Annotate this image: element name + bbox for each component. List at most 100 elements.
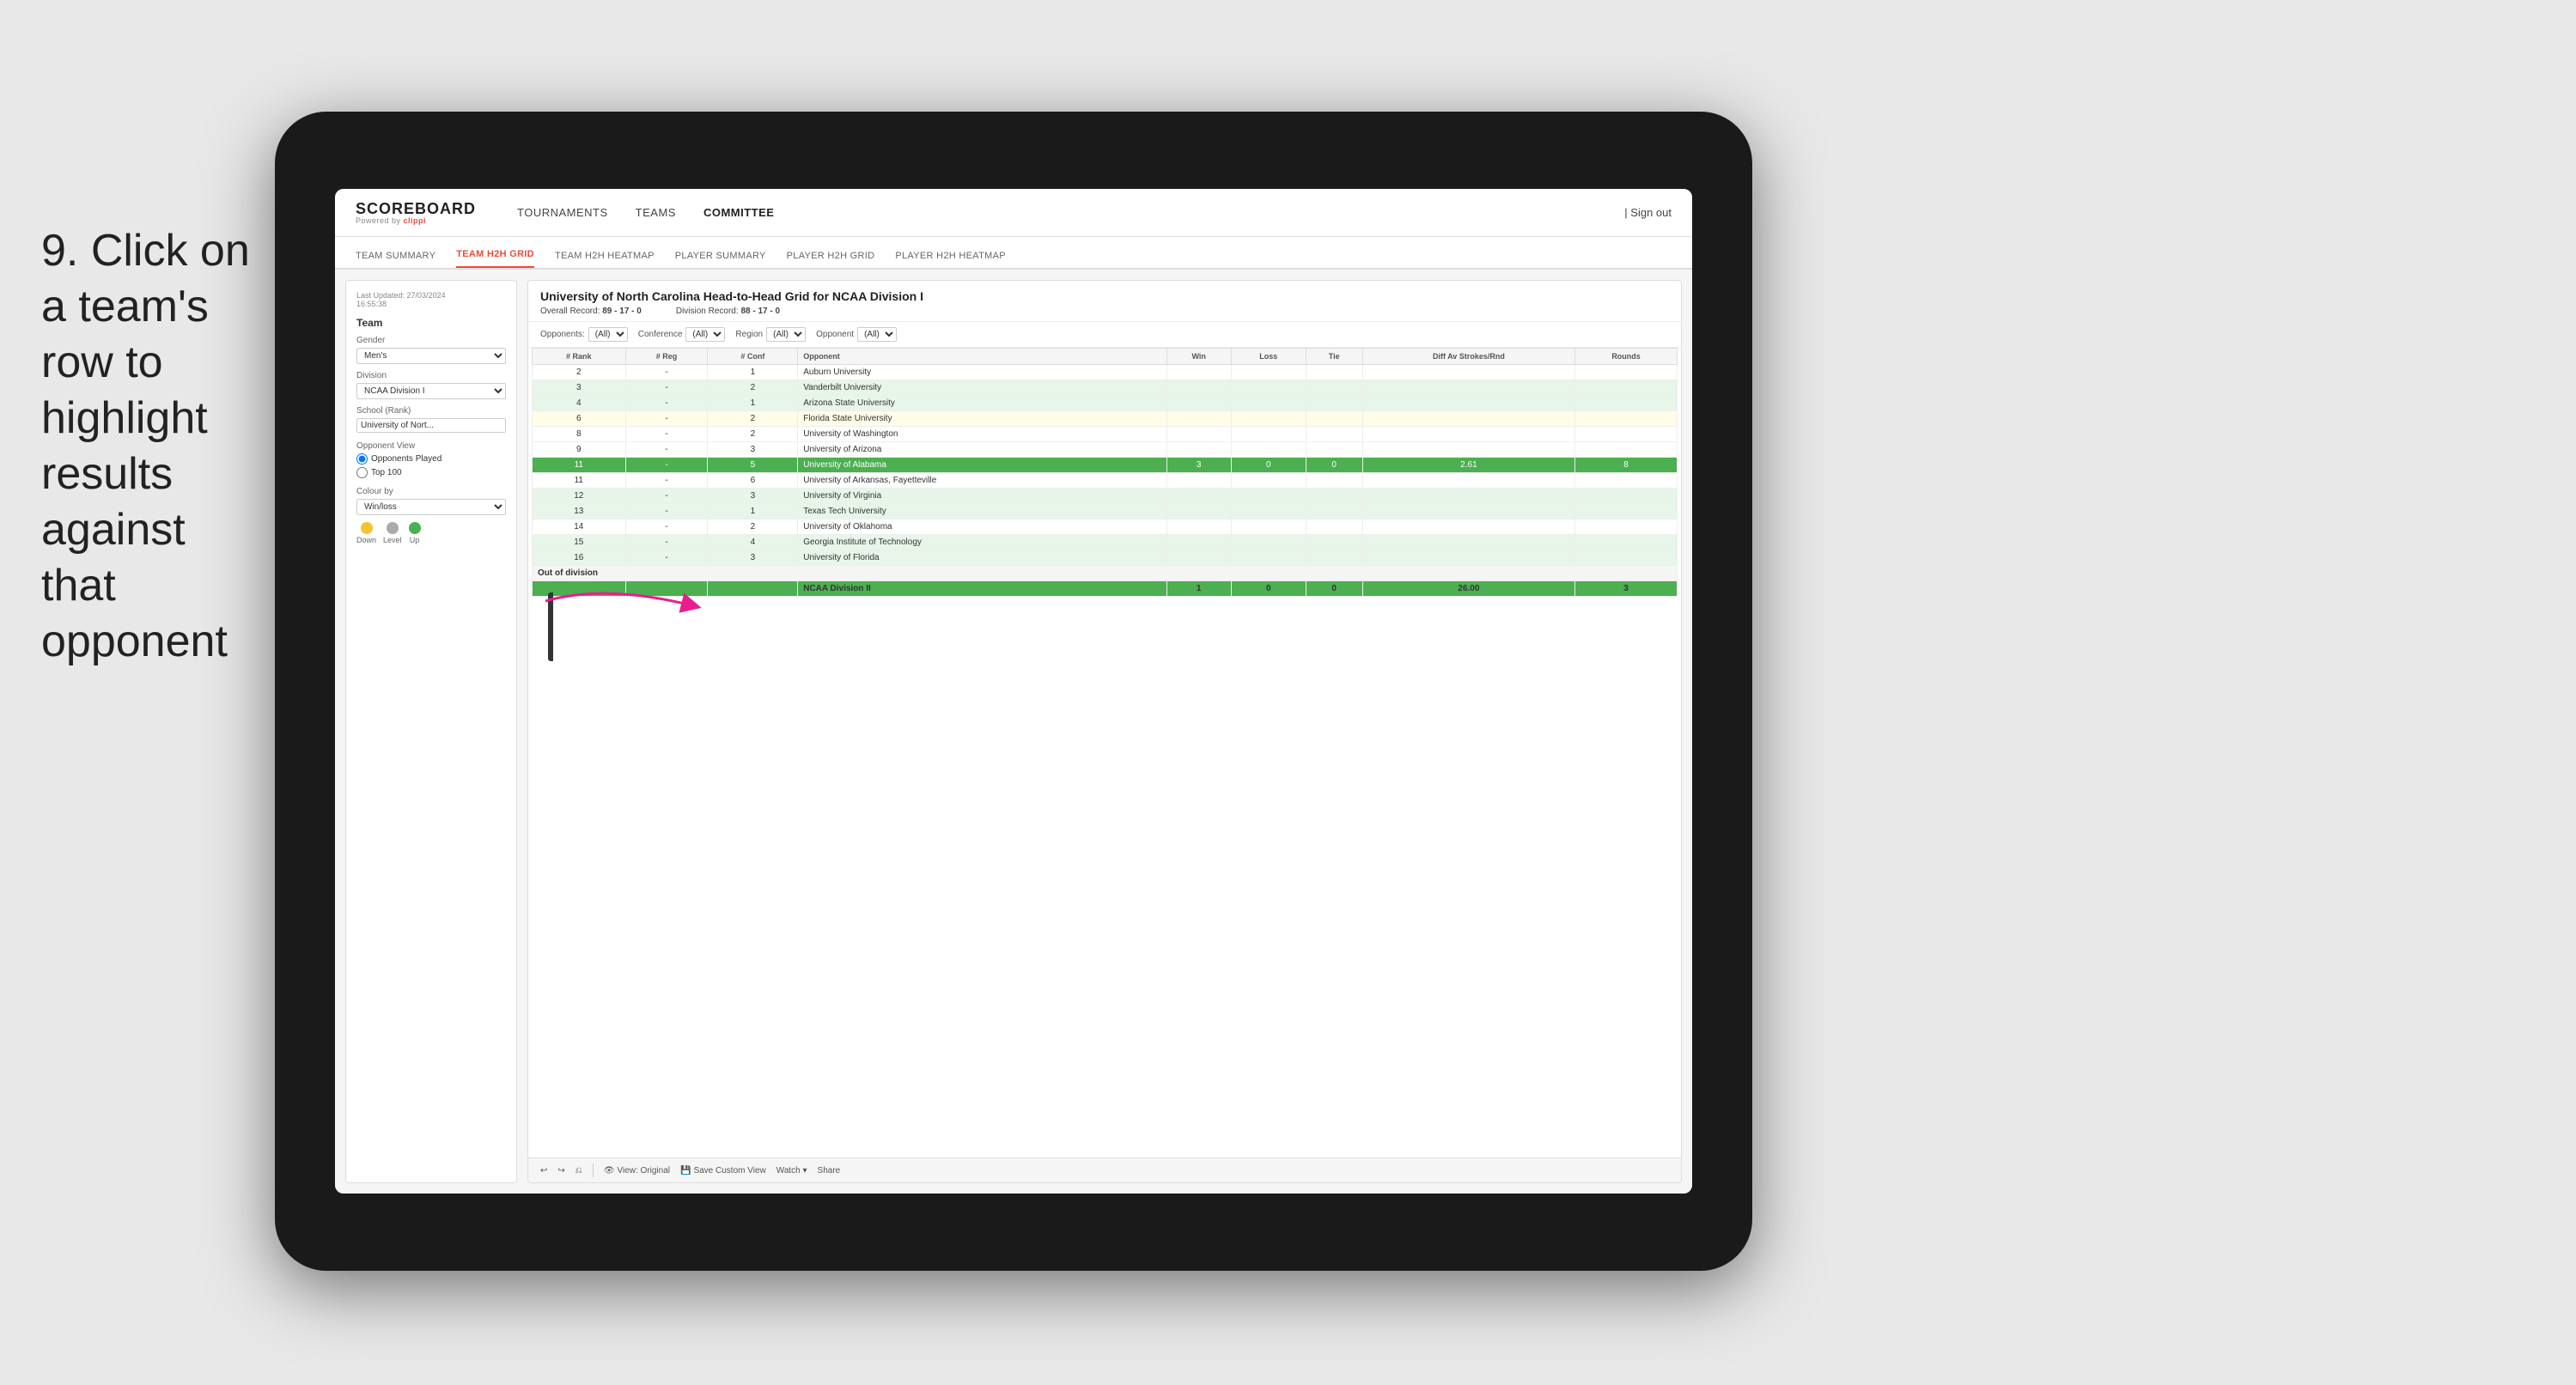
tablet-device: SCOREBOARD Powered by clippi TOURNAMENTS… (275, 112, 1752, 1271)
table-row[interactable]: 14-2University of Oklahoma (533, 519, 1678, 535)
table-header-row: # Rank # Reg # Conf Opponent Win Loss Ti… (533, 349, 1678, 365)
colour-by-section: Colour by Win/loss Down Level (356, 487, 506, 544)
filters-row: Opponents: (All) Conference (All) Region (528, 322, 1681, 348)
cell-8 (1575, 473, 1678, 489)
subnav-player-summary[interactable]: PLAYER SUMMARY (675, 251, 766, 268)
legend-down-dot (361, 522, 373, 534)
cell-2: 1 (708, 365, 798, 380)
table-row[interactable]: 6-2Florida State University (533, 411, 1678, 427)
table-row[interactable]: 2-1Auburn University (533, 365, 1678, 380)
region-select[interactable]: (All) (766, 327, 806, 342)
opponents-select[interactable]: (All) (588, 327, 628, 342)
radio-top100-input[interactable] (356, 467, 368, 478)
table-row[interactable]: 16-3University of Florida (533, 550, 1678, 566)
opponent-select[interactable]: (All) (857, 327, 897, 342)
nav-tournaments[interactable]: TOURNAMENTS (517, 203, 608, 222)
cell-7 (1362, 365, 1574, 380)
cell-3: Florida State University (798, 411, 1166, 427)
cell-4 (1166, 519, 1231, 535)
out-of-division-row[interactable]: NCAA Division II10026.003 (533, 581, 1678, 597)
cell-1: - (625, 489, 708, 504)
share-button[interactable]: Share (818, 1166, 841, 1175)
radio-opponents-played-input[interactable] (356, 453, 368, 465)
radio-top100[interactable]: Top 100 (356, 467, 506, 478)
table-row[interactable]: 11-5University of Alabama3002.618 (533, 458, 1678, 473)
cell-1: - (625, 473, 708, 489)
cell-1: - (625, 427, 708, 442)
table-row[interactable]: 11-6University of Arkansas, Fayetteville (533, 473, 1678, 489)
save-custom-view-button[interactable]: 💾 Save Custom View (680, 1166, 766, 1175)
cell-8 (1575, 427, 1678, 442)
logo-powered: Powered by clippi (356, 216, 476, 225)
table-row[interactable]: 15-4Georgia Institute of Technology (533, 535, 1678, 550)
cell-0: 16 (533, 550, 626, 566)
watch-label: Watch ▾ (776, 1166, 807, 1175)
table-row[interactable]: 12-3University of Virginia (533, 489, 1678, 504)
region-filter: Region (All) (735, 327, 806, 342)
subnav-team-h2h-grid[interactable]: TEAM H2H GRID (456, 249, 534, 268)
gender-select[interactable]: Men's (356, 348, 506, 364)
subnav-team-h2h-heatmap[interactable]: TEAM H2H HEATMAP (555, 251, 655, 268)
colour-by-select[interactable]: Win/loss (356, 499, 506, 515)
subnav-team-summary[interactable]: TEAM SUMMARY (356, 251, 435, 268)
instruction-body: Click on a team's row to highlight resul… (41, 226, 250, 666)
view-original-button[interactable]: 👁 View: Original (604, 1166, 670, 1175)
cell-7 (1362, 489, 1574, 504)
opponents-filter: Opponents: (All) (540, 327, 628, 342)
cell-3: Georgia Institute of Technology (798, 535, 1166, 550)
redo-button[interactable]: ↪ (557, 1166, 564, 1175)
cell-5 (1231, 489, 1306, 504)
cell-4: 3 (1166, 458, 1231, 473)
nav-committee[interactable]: COMMITTEE (703, 203, 775, 222)
cell-6 (1306, 427, 1362, 442)
radio-opponents-played[interactable]: Opponents Played (356, 453, 506, 465)
cell-0: 14 (533, 519, 626, 535)
th-conf: # Conf (708, 349, 798, 365)
cell-2: 4 (708, 535, 798, 550)
table-row[interactable]: 8-2University of Washington (533, 427, 1678, 442)
legend-down-label: Down (356, 536, 376, 544)
reset-button[interactable]: ⎌ (575, 1166, 582, 1175)
cell-0: 12 (533, 489, 626, 504)
nav-links: TOURNAMENTS TEAMS COMMITTEE (517, 203, 1597, 222)
sign-out-link[interactable]: | Sign out (1624, 206, 1672, 219)
bottom-toolbar: ↩ ↪ ⎌ 👁 View: Original 💾 Save Custom Vie… (528, 1157, 1681, 1182)
subnav-player-h2h-heatmap[interactable]: PLAYER H2H HEATMAP (895, 251, 1005, 268)
colour-by-label: Colour by (356, 487, 506, 496)
cell-0: 11 (533, 473, 626, 489)
cell-3: Vanderbilt University (798, 380, 1166, 396)
legend-up-dot (409, 522, 421, 534)
out-cell-3: NCAA Division II (798, 581, 1166, 597)
table-row[interactable]: 13-1Texas Tech University (533, 504, 1678, 519)
th-win: Win (1166, 349, 1231, 365)
cell-2: 1 (708, 504, 798, 519)
legend-row: Down Level Up (356, 522, 506, 544)
table-row[interactable]: 4-1Arizona State University (533, 396, 1678, 411)
division-select[interactable]: NCAA Division I (356, 383, 506, 399)
cell-3: University of Virginia (798, 489, 1166, 504)
cell-5 (1231, 550, 1306, 566)
cell-0: 3 (533, 380, 626, 396)
panel-records-row: Overall Record: 89 - 17 - 0 Division Rec… (540, 307, 1669, 316)
watch-button[interactable]: Watch ▾ (776, 1166, 807, 1175)
undo-button[interactable]: ↩ (540, 1166, 547, 1175)
cell-3: University of Arizona (798, 442, 1166, 458)
cell-3: University of Washington (798, 427, 1166, 442)
out-cell-5: 0 (1231, 581, 1306, 597)
subnav-player-h2h-grid[interactable]: PLAYER H2H GRID (787, 251, 875, 268)
right-panel: University of North Carolina Head-to-Hea… (527, 280, 1682, 1183)
cell-2: 3 (708, 550, 798, 566)
legend-level-dot (387, 522, 399, 534)
opponent-label: Opponent (816, 330, 854, 339)
cell-0: 6 (533, 411, 626, 427)
table-row[interactable]: 9-3University of Arizona (533, 442, 1678, 458)
nav-teams[interactable]: TEAMS (636, 203, 676, 222)
conference-select[interactable]: (All) (685, 327, 725, 342)
table-row[interactable]: 3-2Vanderbilt University (533, 380, 1678, 396)
opponents-label: Opponents: (540, 330, 585, 339)
overall-record-label: Overall Record: 89 - 17 - 0 (540, 307, 642, 316)
legend-level: Level (383, 522, 402, 544)
cell-5 (1231, 504, 1306, 519)
legend-up: Up (409, 522, 421, 544)
conference-label: Conference (638, 330, 683, 339)
